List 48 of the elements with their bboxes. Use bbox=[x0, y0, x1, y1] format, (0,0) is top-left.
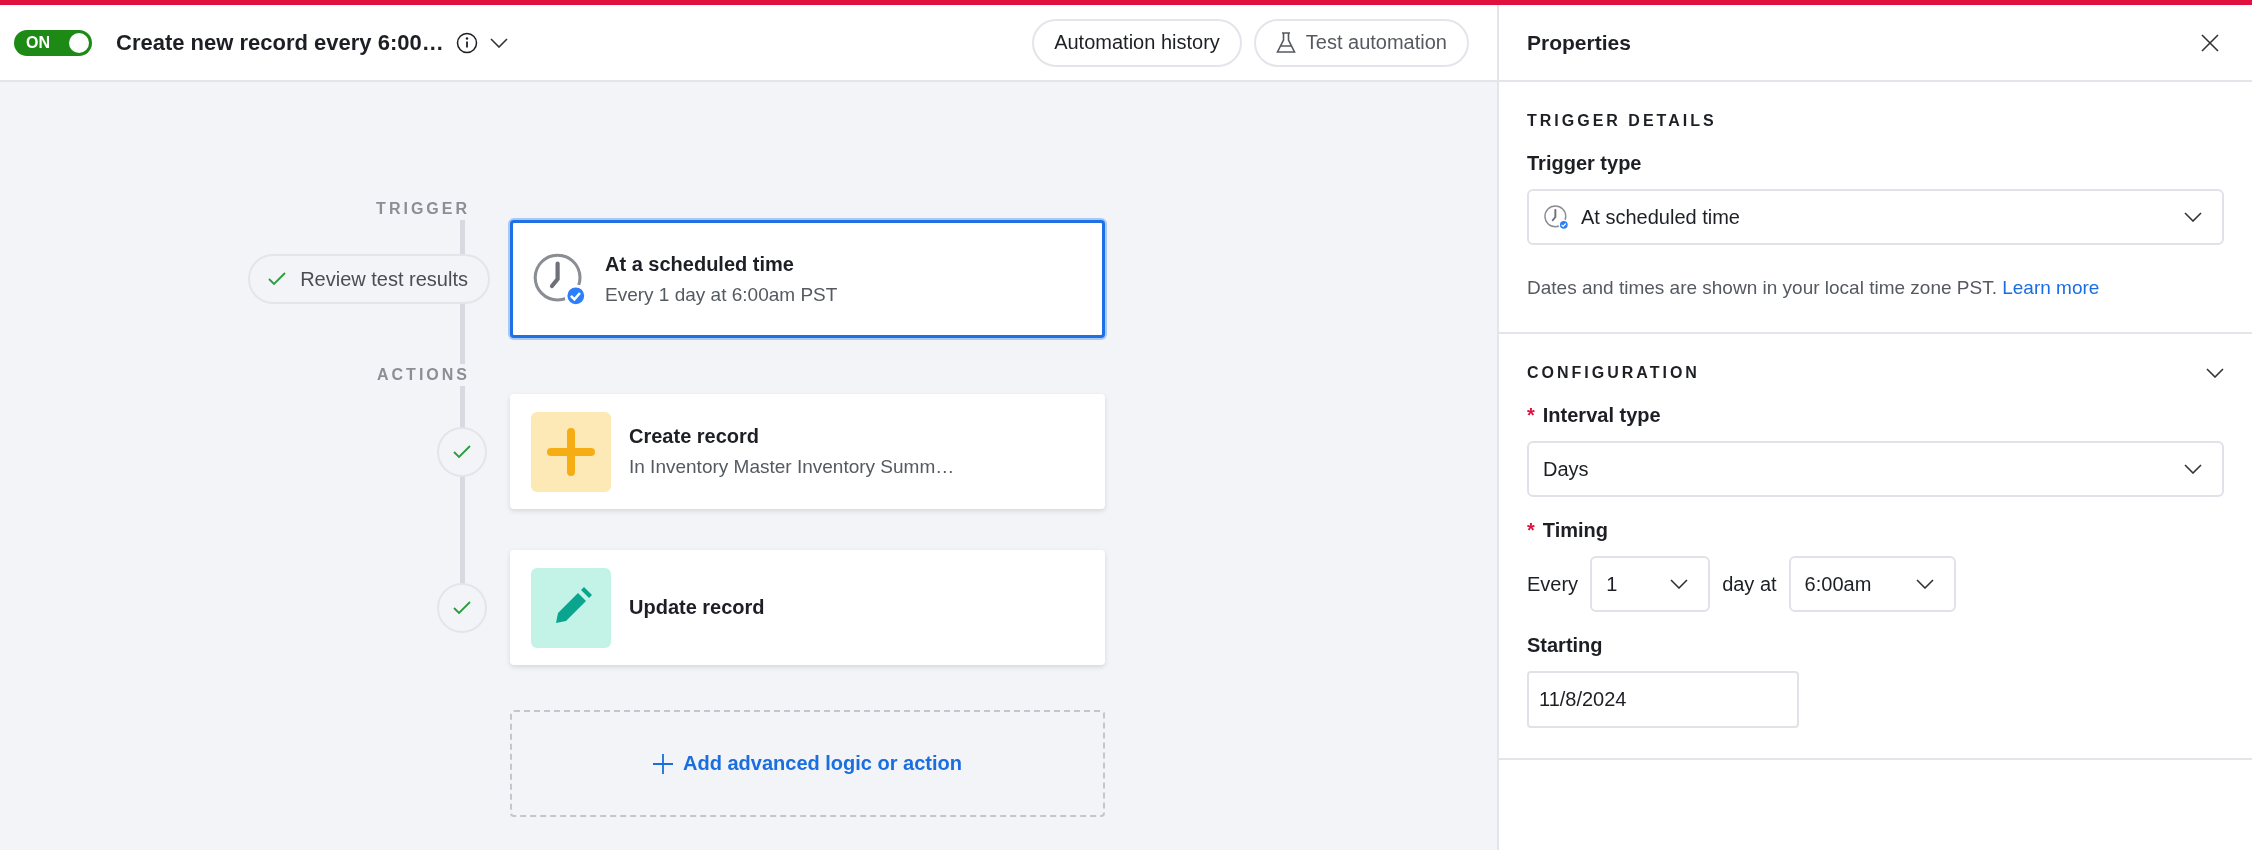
card-subtitle: In Inventory Master Inventory Summ… bbox=[629, 456, 955, 478]
chevron-down-icon bbox=[1670, 579, 1689, 589]
card-title: Update record bbox=[629, 596, 765, 619]
plus-icon bbox=[531, 411, 611, 492]
review-results-button[interactable]: Review test results bbox=[248, 254, 490, 304]
toggle-switch[interactable]: ON bbox=[14, 29, 92, 56]
section-heading: TRIGGER DETAILS bbox=[1527, 112, 1718, 130]
field-label: * Interval type bbox=[1527, 404, 1662, 427]
field-label: Starting bbox=[1527, 634, 1604, 657]
timing-text: Every bbox=[1527, 572, 1579, 596]
collapse-toggle[interactable] bbox=[2206, 368, 2224, 378]
pencil-icon bbox=[531, 567, 611, 648]
add-action-button[interactable]: Add advanced logic or action bbox=[510, 710, 1105, 817]
chevron-down-icon bbox=[489, 37, 508, 48]
trigger-type-select[interactable]: At scheduled time bbox=[1527, 189, 2224, 245]
time-select[interactable]: 6:00am bbox=[1788, 556, 1956, 612]
panel-title: Properties bbox=[1527, 30, 1631, 55]
section-heading: CONFIGURATION bbox=[1527, 364, 1700, 382]
date-field[interactable]: 11/8/2024 bbox=[1527, 671, 1799, 728]
action-card[interactable]: Update record bbox=[510, 550, 1105, 665]
check-icon bbox=[453, 444, 471, 459]
timing-text: day at bbox=[1722, 572, 1777, 596]
count-select[interactable]: 1 bbox=[1590, 556, 1711, 612]
test-automation-button[interactable]: Test automation bbox=[1253, 18, 1469, 67]
check-icon bbox=[268, 272, 287, 286]
help-text: Dates and times are shown in your local time zone PST. Learn more bbox=[1527, 276, 2101, 300]
field-label: * Timing bbox=[1527, 519, 1609, 542]
clock-icon bbox=[1543, 204, 1569, 230]
info-icon[interactable] bbox=[455, 31, 478, 54]
chevron-icon bbox=[2206, 368, 2224, 378]
plus-icon bbox=[653, 753, 674, 774]
card-title: Create record bbox=[629, 425, 761, 448]
field-label: Trigger type bbox=[1527, 152, 1643, 175]
chevron-down-icon bbox=[2184, 464, 2202, 474]
flask-icon bbox=[1275, 31, 1296, 54]
interval-type-select[interactable]: Days bbox=[1527, 441, 2224, 497]
automation-title: Create new record every 6:00… bbox=[116, 29, 444, 56]
clock-icon bbox=[531, 251, 587, 307]
chevron-down-icon bbox=[1915, 579, 1934, 589]
learn-more-link[interactable]: Learn more bbox=[2002, 277, 2100, 298]
chevron-down-icon bbox=[2184, 212, 2202, 222]
history-button[interactable]: Automation history bbox=[1032, 18, 1242, 67]
section-label: ACTIONS bbox=[377, 364, 470, 386]
check-icon bbox=[453, 600, 471, 615]
card-title: At a scheduled time bbox=[605, 252, 795, 276]
action-card[interactable]: Create record In Inventory Master Inventory Summ… bbox=[510, 394, 1105, 509]
card-subtitle: Every 1 day at 6:00am PST bbox=[605, 283, 838, 306]
trigger-card[interactable]: At a scheduled time Every 1 day at 6:00am PST bbox=[510, 220, 1105, 338]
